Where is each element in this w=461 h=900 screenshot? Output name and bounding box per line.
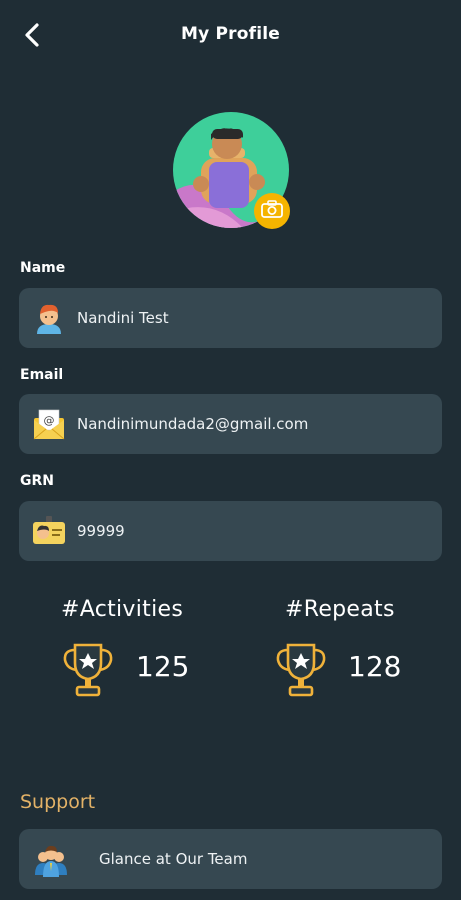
grn-value: 99999 bbox=[77, 522, 125, 540]
grn-label: GRN bbox=[20, 473, 54, 489]
name-value: Nandini Test bbox=[77, 309, 169, 327]
name-label: Name bbox=[20, 260, 66, 276]
svg-text:@: @ bbox=[44, 414, 55, 427]
change-photo-camera-button[interactable] bbox=[254, 193, 290, 229]
grn-field[interactable]: 99999 bbox=[19, 501, 442, 561]
profile-avatar-container bbox=[173, 112, 290, 229]
repeats-count: 128 bbox=[348, 650, 402, 683]
repeats-trophy-icon bbox=[274, 641, 328, 699]
camera-icon bbox=[261, 200, 283, 222]
team-icon bbox=[33, 841, 69, 877]
activities-count: 125 bbox=[136, 650, 190, 683]
page-title: My Profile bbox=[180, 24, 281, 44]
app-header: My Profile bbox=[0, 0, 461, 72]
email-field[interactable]: @ Nandinimundada2@gmail.com bbox=[19, 394, 442, 454]
person-avatar-icon bbox=[31, 300, 67, 336]
mail-envelope-icon: @ bbox=[31, 406, 67, 442]
support-section-title: Support bbox=[20, 791, 96, 813]
id-card-icon bbox=[31, 513, 67, 549]
email-label: Email bbox=[20, 367, 64, 383]
support-item-label: Glance at Our Team bbox=[99, 850, 248, 868]
activities-title: #Activities bbox=[61, 597, 184, 622]
name-field[interactable]: Nandini Test bbox=[19, 288, 442, 348]
repeats-title: #Repeats bbox=[285, 597, 395, 622]
glance-at-team-button[interactable]: Glance at Our Team bbox=[19, 829, 442, 889]
activities-trophy-icon bbox=[61, 641, 115, 699]
email-value: Nandinimundada2@gmail.com bbox=[77, 415, 309, 433]
